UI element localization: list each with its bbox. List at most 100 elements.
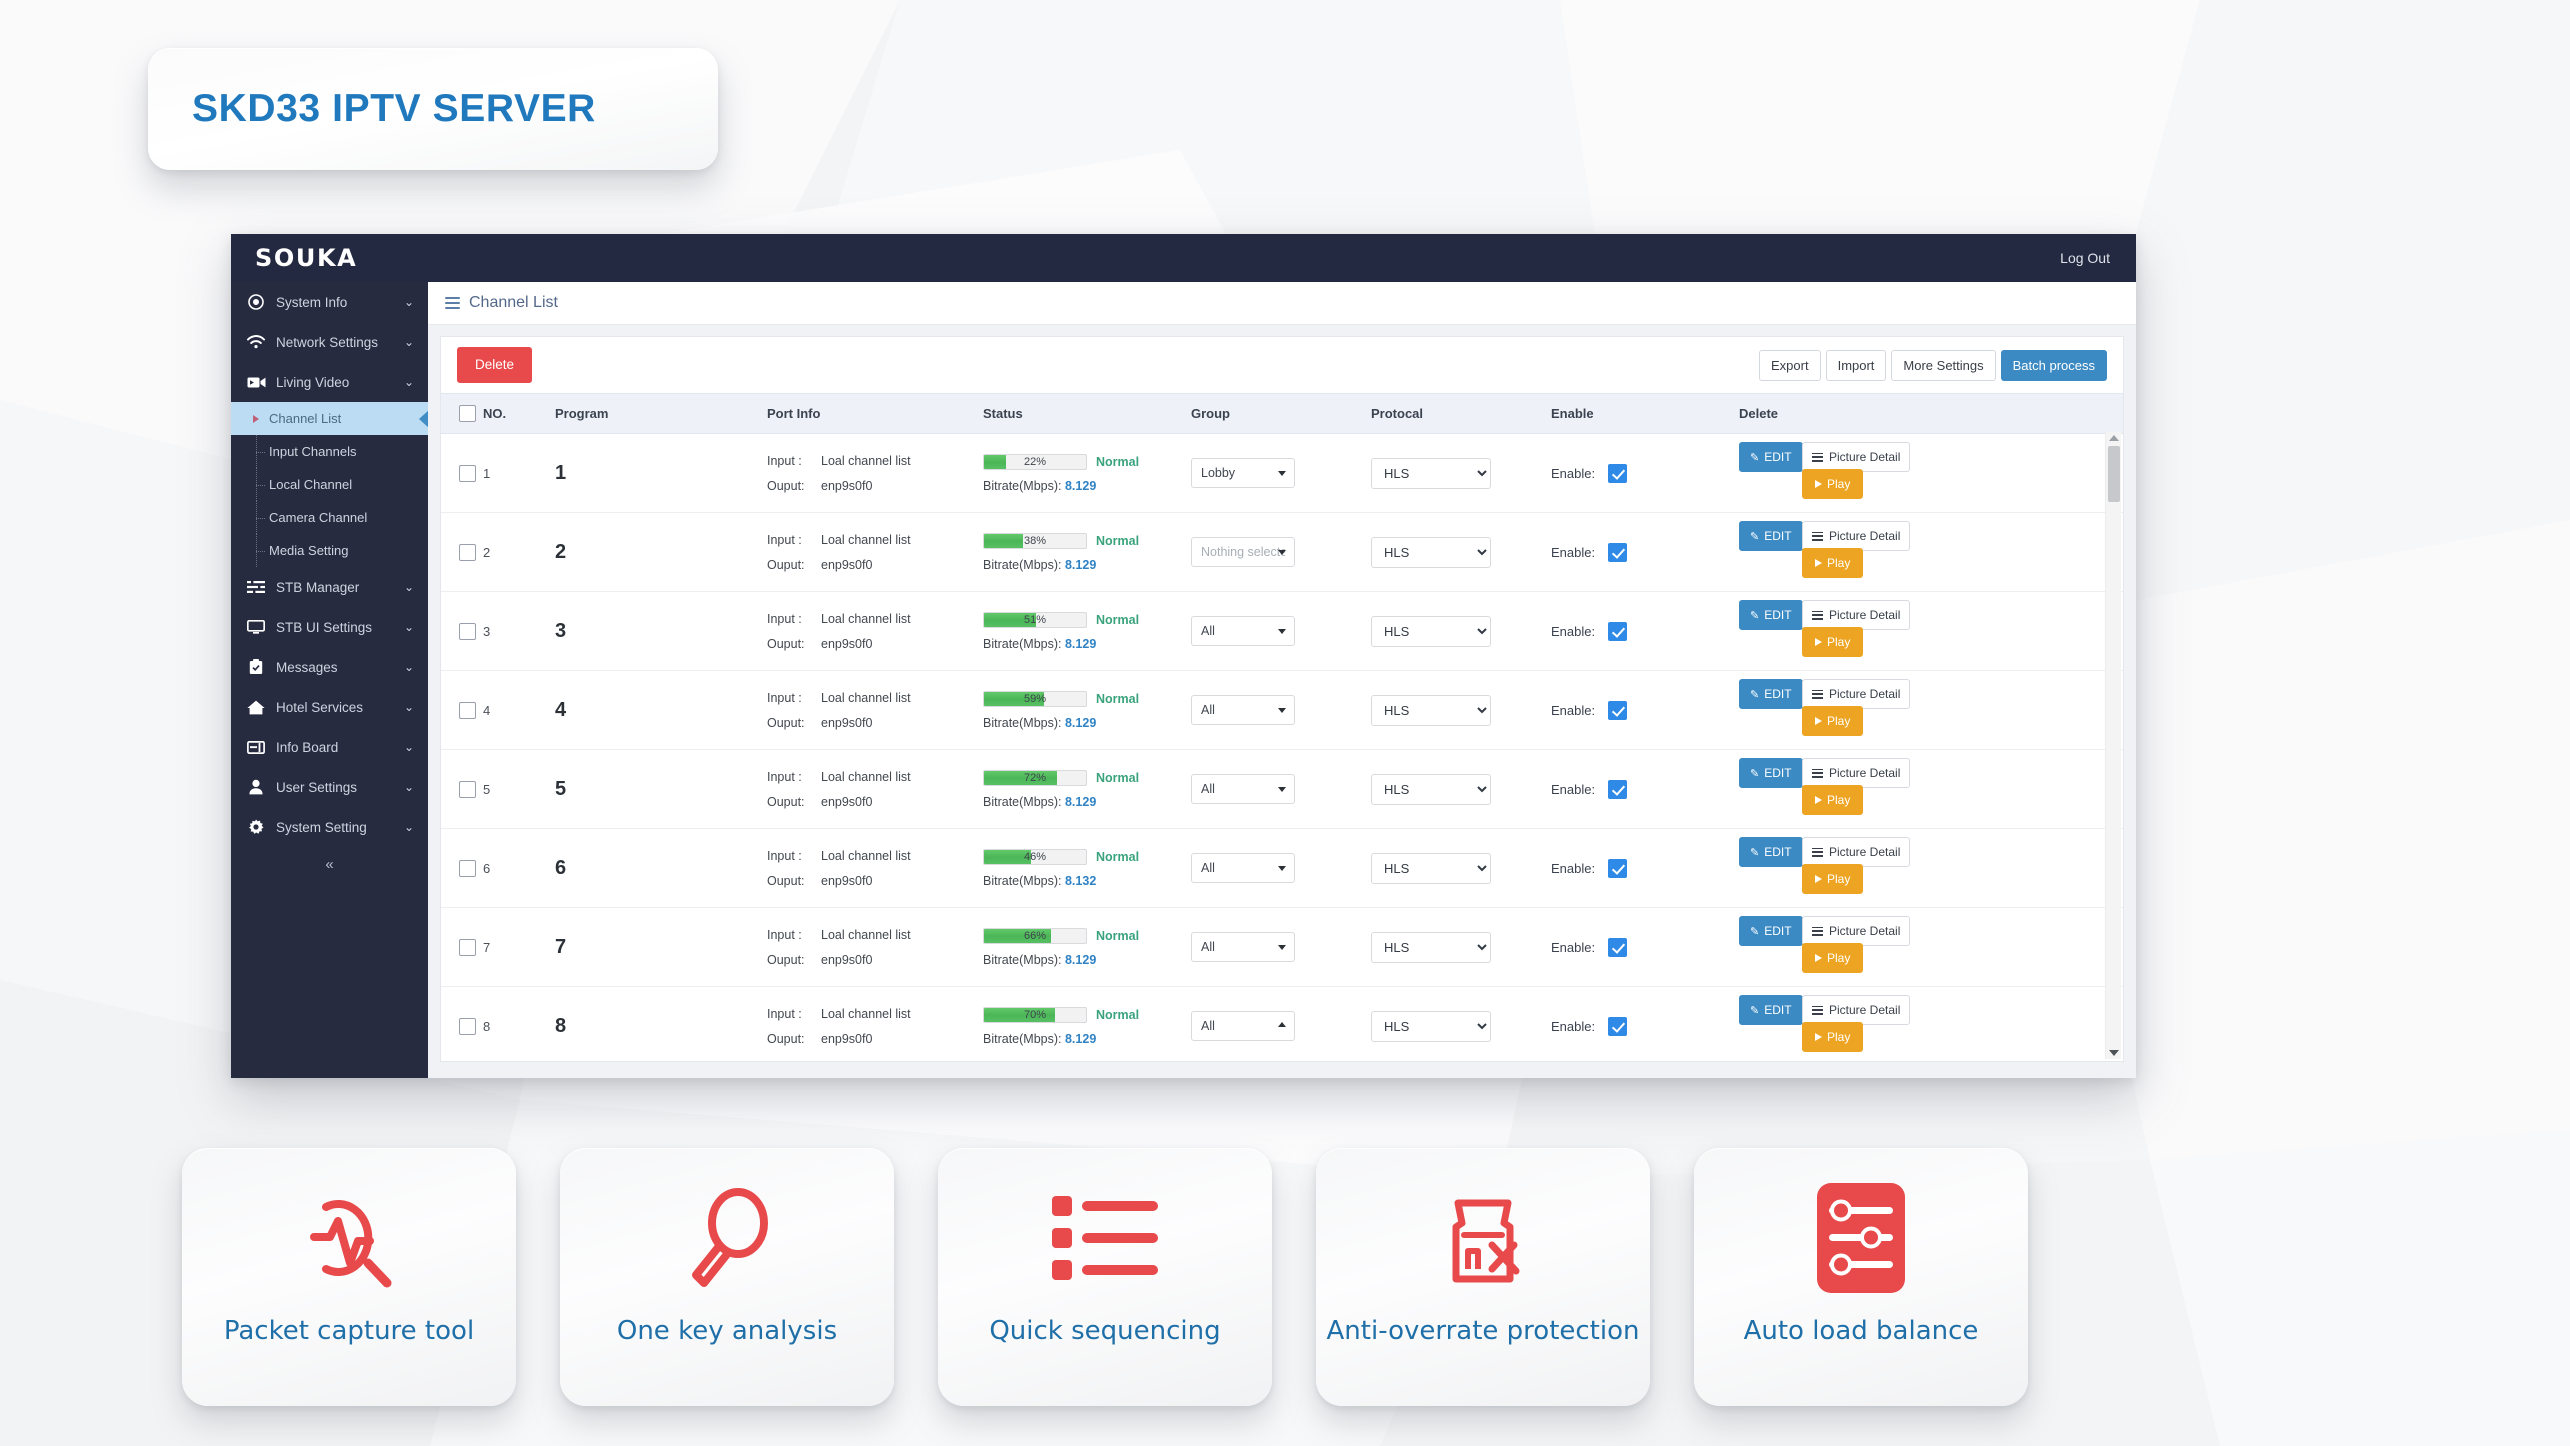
enable-checkbox[interactable] bbox=[1608, 700, 1628, 720]
group-dropdown[interactable]: All bbox=[1191, 616, 1295, 647]
edit-button[interactable]: ✎ EDIT bbox=[1739, 679, 1803, 710]
logout-link[interactable]: Log Out bbox=[2060, 250, 2110, 266]
edit-button[interactable]: ✎ EDIT bbox=[1739, 758, 1803, 789]
play-button[interactable]: Play bbox=[1802, 943, 1864, 974]
row-checkbox[interactable] bbox=[459, 938, 476, 956]
sidebar-item-local-channel[interactable]: Local Channel bbox=[231, 468, 428, 501]
sidebar-item-system-info[interactable]: System Info ⌄ bbox=[231, 282, 428, 322]
protocol-select[interactable]: HLS bbox=[1371, 1010, 1491, 1042]
protocol-select[interactable]: HLS bbox=[1371, 694, 1491, 726]
play-button[interactable]: Play bbox=[1802, 706, 1864, 737]
export-button[interactable]: Export bbox=[1759, 349, 1821, 381]
play-button[interactable]: Play bbox=[1802, 1022, 1864, 1053]
picture-detail-button[interactable]: Picture Detail bbox=[1802, 916, 1911, 947]
group-dropdown[interactable]: All bbox=[1191, 774, 1295, 805]
enable-checkbox[interactable] bbox=[1608, 937, 1628, 957]
enable-checkbox[interactable] bbox=[1608, 542, 1628, 562]
sidebar-item-hotel-services[interactable]: Hotel Services ⌄ bbox=[231, 687, 428, 727]
enable-label: Enable: bbox=[1551, 544, 1596, 560]
sidebar-item-info-board[interactable]: Info Board ⌄ bbox=[231, 727, 428, 767]
delete-button[interactable]: Delete bbox=[457, 347, 533, 383]
play-button[interactable]: Play bbox=[1802, 785, 1864, 816]
import-button[interactable]: Import bbox=[1825, 349, 1887, 381]
batch-process-button[interactable]: Batch process bbox=[2000, 349, 2107, 381]
scrollbar-thumb[interactable] bbox=[2108, 446, 2120, 502]
row-checkbox[interactable] bbox=[459, 701, 476, 719]
feature-cards: Packet capture tool One key analysis Qui… bbox=[182, 1148, 2404, 1406]
row-checkbox[interactable] bbox=[459, 543, 476, 561]
more-settings-button[interactable]: More Settings bbox=[1891, 349, 1996, 381]
usage-percent: 51% bbox=[1023, 613, 1047, 626]
group-dropdown[interactable]: All bbox=[1191, 1011, 1295, 1042]
select-all-checkbox[interactable] bbox=[459, 405, 476, 423]
output-label: Ouput: bbox=[767, 873, 805, 888]
enable-checkbox[interactable] bbox=[1608, 1016, 1628, 1036]
sidebar-item-camera-channel[interactable]: Camera Channel bbox=[231, 501, 428, 534]
picture-detail-button[interactable]: Picture Detail bbox=[1802, 600, 1911, 631]
play-button[interactable]: Play bbox=[1802, 548, 1864, 579]
protocol-select[interactable]: HLS bbox=[1371, 852, 1491, 884]
picture-detail-button[interactable]: Picture Detail bbox=[1802, 837, 1911, 868]
picture-detail-button[interactable]: Picture Detail bbox=[1802, 442, 1911, 473]
play-button[interactable]: Play bbox=[1802, 864, 1864, 895]
header-protocal: Protocal bbox=[1371, 393, 1551, 435]
protocol-select[interactable]: HLS bbox=[1371, 457, 1491, 489]
row-no-cell: 3 bbox=[483, 591, 555, 672]
sidebar-collapse-button[interactable]: « bbox=[231, 847, 428, 881]
sidebar-item-network-settings[interactable]: Network Settings ⌄ bbox=[231, 322, 428, 362]
feature-card-packet-capture-tool[interactable]: Packet capture tool bbox=[182, 1148, 516, 1406]
row-port-cell: Input : Loal channel list Ouput: enp9s0f0 bbox=[767, 670, 983, 751]
row-protocol-cell: HLS bbox=[1371, 749, 1551, 830]
edit-button[interactable]: ✎ EDIT bbox=[1739, 837, 1803, 868]
group-dropdown[interactable]: All bbox=[1191, 932, 1295, 963]
play-button[interactable]: Play bbox=[1802, 469, 1864, 500]
edit-button[interactable]: ✎ EDIT bbox=[1739, 442, 1803, 473]
group-dropdown[interactable]: All bbox=[1191, 695, 1295, 726]
group-dropdown[interactable]: Lobby bbox=[1191, 458, 1295, 489]
group-dropdown[interactable]: All bbox=[1191, 853, 1295, 884]
sidebar-item-system-setting[interactable]: System Setting ⌄ bbox=[231, 807, 428, 847]
scroll-down-icon[interactable] bbox=[2108, 1050, 2119, 1056]
feature-card-one-key-analysis[interactable]: One key analysis bbox=[560, 1148, 894, 1406]
edit-button[interactable]: ✎ EDIT bbox=[1739, 521, 1803, 552]
feature-card-auto-load-balance[interactable]: Auto load balance bbox=[1694, 1148, 2028, 1406]
table-scrollbar[interactable] bbox=[2105, 432, 2121, 1059]
play-label: Play bbox=[1827, 556, 1851, 571]
feature-card-anti-overrate-protection[interactable]: Anti-overrate protection bbox=[1316, 1148, 1650, 1406]
play-button[interactable]: Play bbox=[1802, 627, 1864, 658]
row-select-cell bbox=[441, 512, 483, 593]
protocol-select[interactable]: HLS bbox=[1371, 773, 1491, 805]
protocol-select[interactable]: HLS bbox=[1371, 536, 1491, 568]
enable-checkbox[interactable] bbox=[1608, 858, 1628, 878]
group-dropdown[interactable]: Nothing selecte bbox=[1191, 537, 1295, 568]
picture-detail-button[interactable]: Picture Detail bbox=[1802, 679, 1911, 710]
scroll-up-icon[interactable] bbox=[2108, 435, 2119, 441]
protocol-select[interactable]: HLS bbox=[1371, 931, 1491, 963]
edit-button[interactable]: ✎ EDIT bbox=[1739, 600, 1803, 631]
row-checkbox[interactable] bbox=[459, 622, 476, 640]
picture-detail-button[interactable]: Picture Detail bbox=[1802, 521, 1911, 552]
sidebar-item-living-video[interactable]: Living Video ⌄ bbox=[231, 362, 428, 402]
edit-button[interactable]: ✎ EDIT bbox=[1739, 916, 1803, 947]
picture-detail-button[interactable]: Picture Detail bbox=[1802, 758, 1911, 789]
row-checkbox[interactable] bbox=[459, 859, 476, 877]
row-checkbox[interactable] bbox=[459, 780, 476, 798]
protocol-select[interactable]: HLS bbox=[1371, 615, 1491, 647]
sidebar-item-input-channels[interactable]: Input Channels bbox=[231, 435, 428, 468]
sidebar-item-stb-manager[interactable]: STB Manager ⌄ bbox=[231, 567, 428, 607]
sidebar-item-user-settings[interactable]: User Settings ⌄ bbox=[231, 767, 428, 807]
active-pointer-icon bbox=[419, 409, 428, 428]
sidebar-item-stb-ui-settings[interactable]: STB UI Settings ⌄ bbox=[231, 607, 428, 647]
row-checkbox[interactable] bbox=[459, 464, 476, 482]
sidebar-item-media-setting[interactable]: Media Setting bbox=[231, 534, 428, 567]
edit-button[interactable]: ✎ EDIT bbox=[1739, 995, 1803, 1026]
sidebar-item-channel-list[interactable]: Channel List bbox=[231, 402, 428, 435]
row-protocol-cell: HLS bbox=[1371, 986, 1551, 1061]
enable-checkbox[interactable] bbox=[1608, 463, 1628, 483]
sidebar-item-messages[interactable]: Messages ⌄ bbox=[231, 647, 428, 687]
row-checkbox[interactable] bbox=[459, 1017, 476, 1035]
enable-checkbox[interactable] bbox=[1608, 779, 1628, 799]
picture-detail-button[interactable]: Picture Detail bbox=[1802, 995, 1911, 1026]
enable-checkbox[interactable] bbox=[1608, 621, 1628, 641]
feature-card-quick-sequencing[interactable]: Quick sequencing bbox=[938, 1148, 1272, 1406]
